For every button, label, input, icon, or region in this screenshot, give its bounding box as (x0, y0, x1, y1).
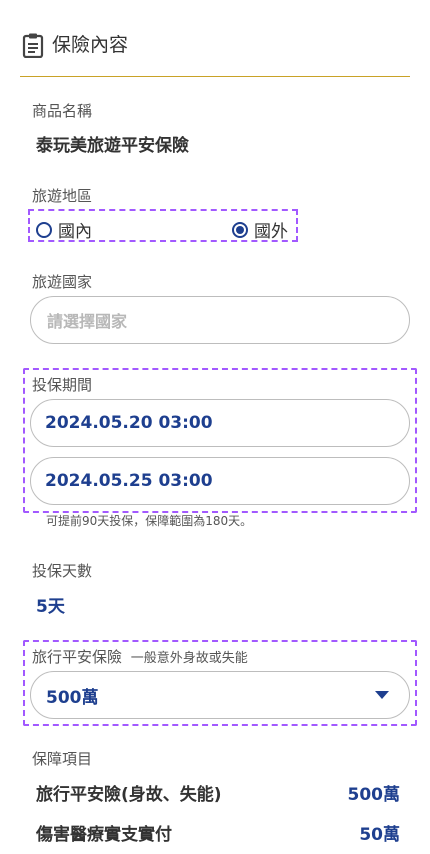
product-name: 泰玩美旅遊平安保險 (36, 136, 189, 156)
radio-label-overseas: 國外 (254, 222, 288, 242)
period-end-field[interactable]: 2024.05.25 03:00 (30, 457, 410, 505)
coverage-item-name: 傷害醫療實支實付 (36, 825, 172, 845)
country-label: 旅遊國家 (32, 273, 93, 291)
days-label: 投保天數 (32, 562, 93, 580)
section-header: 保險內容 (20, 32, 410, 77)
chevron-down-icon (375, 691, 389, 699)
days-value: 5天 (36, 597, 65, 617)
product-label: 商品名稱 (32, 102, 93, 120)
period-start-value: 2024.05.20 03:00 (45, 413, 213, 433)
period-start-field[interactable]: 2024.05.20 03:00 (30, 399, 410, 447)
coverage-item-row: 傷害醫療實支實付 50萬 (36, 820, 400, 845)
radio-overseas[interactable]: 國外 (232, 217, 288, 242)
region-radio-group: 國內 國外 (28, 209, 298, 242)
coverage-selected-value: 500萬 (46, 687, 99, 708)
coverage-item-name: 旅行平安險(身故、失能) (36, 785, 222, 805)
coverage-sublabel: 一般意外身故或失能 (130, 651, 248, 666)
coverage-item-row: 旅行平安險(身故、失能) 500萬 (36, 780, 400, 805)
coverage-item-amount: 50萬 (359, 825, 400, 845)
coverage-label: 旅行平安保險 一般意外身故或失能 (32, 646, 248, 667)
region-label: 旅遊地區 (32, 187, 93, 205)
radio-circle-unchecked (36, 221, 52, 238)
coverage-title: 旅行平安保險 (32, 648, 123, 666)
period-label: 投保期間 (32, 376, 93, 394)
coverage-item-amount: 500萬 (347, 785, 401, 805)
radio-domestic[interactable]: 國內 (36, 217, 92, 242)
country-select[interactable]: 請選擇國家 (30, 296, 410, 344)
country-placeholder: 請選擇國家 (47, 312, 128, 331)
section-title: 保險內容 (52, 34, 129, 56)
radio-label-domestic: 國內 (58, 222, 92, 242)
radio-circle-checked (232, 221, 248, 238)
coverage-select[interactable]: 500萬 (30, 671, 410, 719)
period-note: 可提前90天投保，保障範圍為180天。 (46, 514, 253, 528)
coverage-items-label: 保障項目 (32, 750, 93, 768)
period-end-value: 2024.05.25 03:00 (45, 471, 213, 491)
clipboard-icon (22, 33, 44, 58)
